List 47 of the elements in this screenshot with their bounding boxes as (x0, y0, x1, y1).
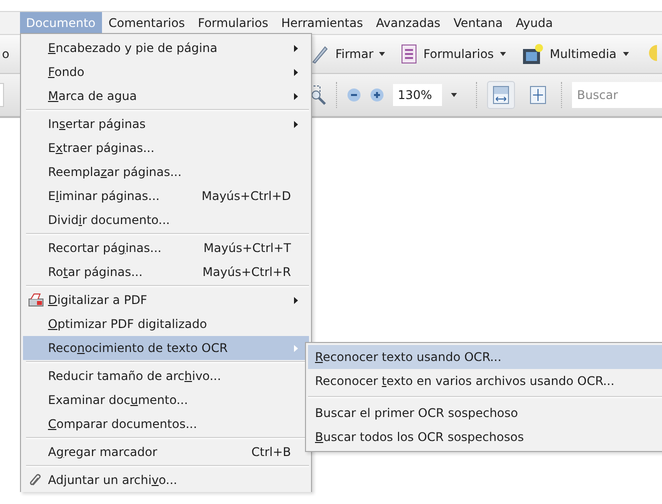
menu-item[interactable]: Dividir documento... (23, 208, 309, 232)
menu-bar-item[interactable]: Comentarios (102, 12, 191, 34)
toolbar-button[interactable]: Firmar (335, 47, 374, 61)
menu-item[interactable]: Digitalizar a PDF (23, 288, 309, 312)
toolbar-label: o (2, 47, 10, 61)
menu-item[interactable]: Eliminar páginas... Mayús+Ctrl+D (23, 184, 309, 208)
menu-item[interactable]: Insertar páginas (23, 112, 309, 136)
menu-item[interactable]: Reconocer texto en varios archivos usando OCR... (308, 369, 662, 393)
menu-bar-item[interactable]: Ventana (447, 12, 509, 34)
caret-icon[interactable] (500, 52, 506, 56)
menu-item[interactable]: Agregar marcador Ctrl+B (23, 440, 309, 464)
menu-item[interactable]: Reemplazar páginas... (23, 160, 309, 184)
fit-width-button[interactable] (487, 81, 515, 109)
menu-bar-item[interactable]: Ayuda (510, 12, 559, 34)
menu-item[interactable]: Recortar páginas... Mayús+Ctrl+T (23, 236, 309, 260)
caret-icon[interactable] (451, 93, 457, 97)
menu-item[interactable]: Comparar documentos... (23, 412, 309, 436)
fit-width-icon (493, 86, 509, 104)
toolbar-button[interactable]: Multimedia (550, 47, 617, 61)
menu-item[interactable]: Extraer páginas... (23, 136, 309, 160)
caret-icon[interactable] (379, 52, 386, 56)
zoom-field[interactable]: 130% (392, 84, 442, 106)
menu-bar-item[interactable]: Herramientas (275, 12, 369, 34)
search-field[interactable]: Buscar (572, 82, 662, 108)
menu-item[interactable]: Marca de agua (23, 84, 309, 108)
scanner-icon (28, 293, 44, 307)
paperclip-icon (28, 473, 42, 487)
caret-icon[interactable] (622, 52, 629, 56)
menu-item[interactable]: Examinar documento... (23, 388, 309, 412)
menu-item[interactable]: Rotar páginas... Mayús+Ctrl+R (23, 260, 309, 284)
menu-item[interactable]: Reconocer texto usando OCR... (308, 345, 662, 369)
menu-item[interactable]: Fondo (23, 60, 309, 84)
menu-bar-item[interactable]: Formularios (192, 12, 274, 34)
zoom-in-icon[interactable] (370, 88, 384, 102)
menu-bar-item[interactable]: Avanzadas (370, 12, 446, 34)
menu-item[interactable]: Buscar todos los OCR sospechosos (308, 425, 662, 449)
menu-item[interactable]: Reducir tamaño de archivo... (23, 364, 309, 388)
form-icon[interactable] (401, 44, 418, 64)
menu-item[interactable]: Optimizar PDF digitalizado (23, 312, 309, 336)
menu-item[interactable]: Adjuntar un archivo... (23, 468, 309, 492)
zoom-out-icon[interactable] (346, 88, 361, 102)
menu-item[interactable]: Buscar el primer OCR sospechoso (308, 401, 662, 425)
film-icon[interactable] (522, 43, 544, 65)
menu-item[interactable]: Encabezado y pie de página (23, 36, 309, 60)
toolbar-button[interactable]: Formularios (423, 47, 494, 61)
menu-item[interactable]: Reconocimiento de texto OCR (23, 336, 309, 360)
fit-page-icon (530, 86, 546, 104)
